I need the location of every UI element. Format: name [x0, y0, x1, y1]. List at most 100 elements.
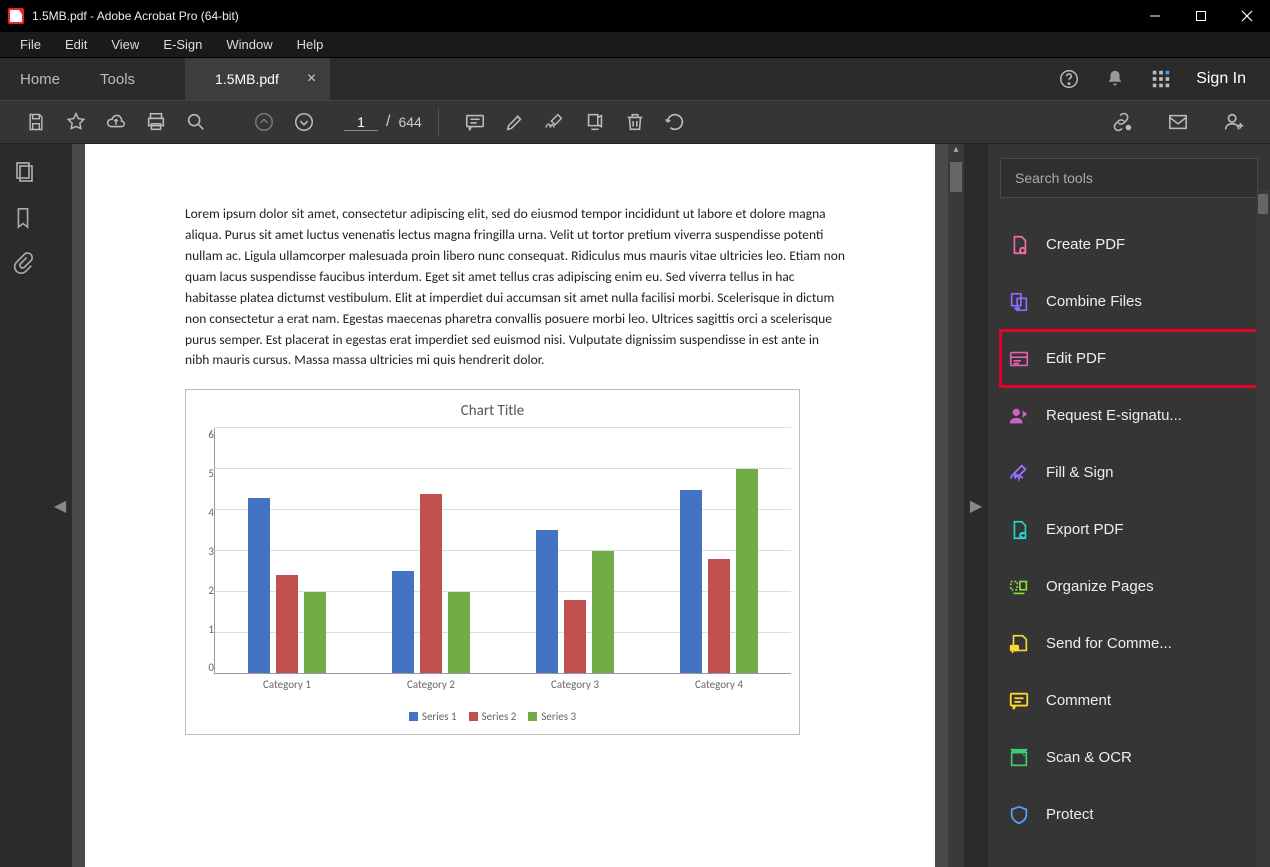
window-maximize-button[interactable]: [1178, 0, 1224, 32]
chart-y-axis: 6543210: [194, 428, 214, 688]
next-page-arrow[interactable]: ▶: [964, 144, 988, 867]
window-close-button[interactable]: [1224, 0, 1270, 32]
tools-scrollbar-thumb[interactable]: [1258, 194, 1268, 214]
organize-pages-icon: [1008, 576, 1030, 598]
current-page-input[interactable]: [344, 114, 378, 131]
chart-bar: [592, 551, 614, 674]
chart-bar: [536, 530, 558, 673]
tool-item-fill-sign[interactable]: Fill & Sign: [1000, 444, 1258, 501]
menu-file[interactable]: File: [8, 34, 53, 55]
menu-edit[interactable]: Edit: [53, 34, 99, 55]
tab-home[interactable]: Home: [0, 58, 80, 100]
window-titlebar: 1.5MB.pdf - Adobe Acrobat Pro (64-bit): [0, 0, 1270, 32]
tool-item-organize-pages[interactable]: Organize Pages: [1000, 558, 1258, 615]
search-tools-input[interactable]: Search tools: [1000, 158, 1258, 198]
tool-item-send-for-comme-[interactable]: Send for Comme...: [1000, 615, 1258, 672]
print-icon[interactable]: [136, 102, 176, 142]
chart-category-label: Category 1: [215, 678, 359, 691]
highlight-icon[interactable]: [495, 102, 535, 142]
tool-item-combine-files[interactable]: Combine Files: [1000, 273, 1258, 330]
rotate-icon[interactable]: [655, 102, 695, 142]
tool-item-edit-pdf[interactable]: Edit PDF: [1000, 330, 1258, 387]
scrollbar-thumb[interactable]: [950, 162, 962, 192]
attachments-icon[interactable]: [12, 252, 36, 276]
tool-label: Send for Comme...: [1046, 635, 1172, 652]
tool-item-comment[interactable]: Comment: [1000, 672, 1258, 729]
request-esign-icon: [1008, 405, 1030, 427]
chart-container: Chart Title 6543210 Category 1Category 2…: [185, 389, 800, 735]
menu-window[interactable]: Window: [214, 34, 284, 55]
tool-label: Edit PDF: [1046, 350, 1106, 367]
chart-bar: [248, 498, 270, 674]
share-people-icon[interactable]: [1214, 102, 1254, 142]
pdf-page: Lorem ipsum dolor sit amet, consectetur …: [85, 144, 935, 867]
chart-bar: [304, 592, 326, 674]
toolbar: / 644: [0, 100, 1270, 144]
delete-trash-icon[interactable]: [615, 102, 655, 142]
thumbnails-icon[interactable]: [12, 160, 36, 184]
stamp-icon[interactable]: [575, 102, 615, 142]
page-total: 644: [398, 114, 421, 130]
page-down-button[interactable]: [284, 102, 324, 142]
tool-label: Fill & Sign: [1046, 464, 1114, 481]
export-pdf-icon: [1008, 519, 1030, 541]
save-icon[interactable]: [16, 102, 56, 142]
main-area: ◀ Lorem ipsum dolor sit amet, consectetu…: [0, 144, 1270, 867]
legend-item: Series 1: [409, 710, 457, 723]
tab-document[interactable]: 1.5MB.pdf ×: [185, 58, 330, 100]
menu-esign[interactable]: E-Sign: [151, 34, 214, 55]
chart-plot-area: Category 1Category 2Category 3Category 4: [214, 428, 791, 674]
bookmarks-icon[interactable]: [12, 206, 36, 230]
chart-title: Chart Title: [194, 402, 791, 420]
tool-label: Create PDF: [1046, 236, 1125, 253]
document-viewport[interactable]: Lorem ipsum dolor sit amet, consectetur …: [72, 144, 948, 867]
lorem-paragraph: Lorem ipsum dolor sit amet, consectetur …: [185, 204, 845, 371]
tab-close-button[interactable]: ×: [307, 70, 316, 88]
menu-help[interactable]: Help: [285, 34, 336, 55]
combine-files-icon: [1008, 291, 1030, 313]
chart-bar: [708, 559, 730, 673]
window-minimize-button[interactable]: [1132, 0, 1178, 32]
page-up-button[interactable]: [244, 102, 284, 142]
search-icon[interactable]: [176, 102, 216, 142]
chart-bar: [736, 469, 758, 673]
chart-category-label: Category 2: [359, 678, 503, 691]
tools-scrollbar[interactable]: [1256, 190, 1270, 867]
notification-bell-icon[interactable]: [1104, 68, 1126, 90]
tools-panel: Search tools Create PDF Combine Files Edit…: [988, 144, 1270, 867]
tool-item-create-pdf[interactable]: Create PDF: [1000, 216, 1258, 273]
tool-item-protect[interactable]: Protect: [1000, 786, 1258, 843]
help-icon[interactable]: [1058, 68, 1080, 90]
search-tools-placeholder: Search tools: [1015, 170, 1093, 186]
legend-item: Series 2: [469, 710, 517, 723]
prev-page-arrow[interactable]: ◀: [48, 144, 72, 867]
create-pdf-icon: [1008, 234, 1030, 256]
scan-ocr-icon: [1008, 747, 1030, 769]
tool-label: Request E-signatu...: [1046, 407, 1182, 424]
protect-icon: [1008, 804, 1030, 826]
sign-pen-icon[interactable]: [535, 102, 575, 142]
left-navigation-rail: [0, 144, 48, 867]
document-scrollbar[interactable]: ▴: [948, 144, 964, 867]
star-icon[interactable]: [56, 102, 96, 142]
scrollbar-up-arrow[interactable]: ▴: [948, 144, 964, 160]
chart-category-label: Category 3: [503, 678, 647, 691]
chart-bar: [392, 571, 414, 673]
tool-item-export-pdf[interactable]: Export PDF: [1000, 501, 1258, 558]
app-grid-icon[interactable]: [1150, 68, 1172, 90]
send-comments-icon: [1008, 633, 1030, 655]
tool-label: Protect: [1046, 806, 1094, 823]
tool-label: Combine Files: [1046, 293, 1142, 310]
tool-item-request-e-signatu-[interactable]: Request E-signatu...: [1000, 387, 1258, 444]
email-icon[interactable]: [1158, 102, 1198, 142]
chart-category-group: Category 2: [359, 428, 503, 673]
tab-tools[interactable]: Tools: [80, 58, 155, 100]
tool-item-scan-ocr[interactable]: Scan & OCR: [1000, 729, 1258, 786]
sign-in-button[interactable]: Sign In: [1196, 70, 1246, 88]
menu-view[interactable]: View: [99, 34, 151, 55]
comment-speech-icon[interactable]: [455, 102, 495, 142]
comment-icon: [1008, 690, 1030, 712]
chart-bar: [680, 490, 702, 674]
link-share-icon[interactable]: [1102, 102, 1142, 142]
cloud-upload-icon[interactable]: [96, 102, 136, 142]
